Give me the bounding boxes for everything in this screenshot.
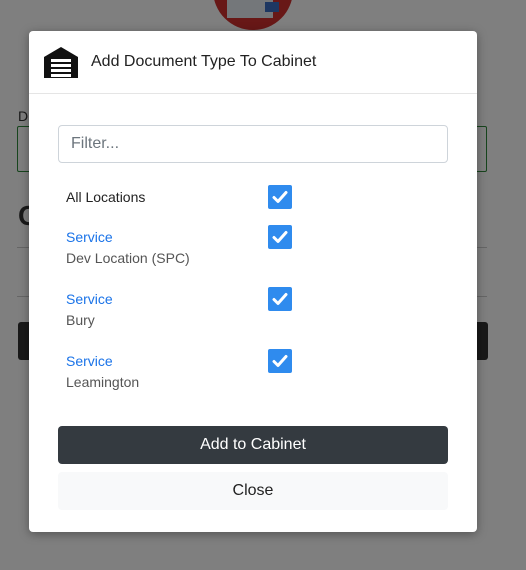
close-button[interactable]: Close <box>58 472 448 510</box>
add-to-cabinet-button[interactable]: Add to Cabinet <box>58 426 448 464</box>
location-checkbox[interactable] <box>268 287 292 311</box>
list-item: All Locations <box>58 185 448 225</box>
location-name: Dev Location (SPC) <box>66 250 190 266</box>
garage-cabinet-icon <box>43 45 79 79</box>
checkmark-icon <box>272 293 288 305</box>
modal-header: Add Document Type To Cabinet <box>29 31 477 94</box>
location-checkbox[interactable] <box>268 225 292 249</box>
location-list: All Locations Service Dev Location (SPC)… <box>58 185 448 411</box>
modal-title: Add Document Type To Cabinet <box>91 53 317 70</box>
checkmark-icon <box>272 191 288 203</box>
list-item: Service Leamington <box>58 349 448 411</box>
list-item: Service Dev Location (SPC) <box>58 225 448 287</box>
filter-input[interactable] <box>58 125 448 163</box>
location-text: Service Dev Location (SPC) <box>66 227 190 269</box>
location-text: Service Bury <box>66 289 113 331</box>
location-name: Leamington <box>66 374 140 390</box>
checkmark-icon <box>272 231 288 243</box>
service-link[interactable]: Service <box>66 227 190 248</box>
service-link[interactable]: Service <box>66 351 139 372</box>
all-locations-label: All Locations <box>66 189 146 205</box>
location-text: Service Leamington <box>66 351 139 393</box>
add-document-type-modal: Add Document Type To Cabinet All Locatio… <box>29 31 477 532</box>
location-checkbox[interactable] <box>268 349 292 373</box>
service-link[interactable]: Service <box>66 289 113 310</box>
modal-body: All Locations Service Dev Location (SPC)… <box>29 94 477 411</box>
checkmark-icon <box>272 355 288 367</box>
location-name: Bury <box>66 312 95 328</box>
all-locations-checkbox[interactable] <box>268 185 292 209</box>
list-item: Service Bury <box>58 287 448 349</box>
